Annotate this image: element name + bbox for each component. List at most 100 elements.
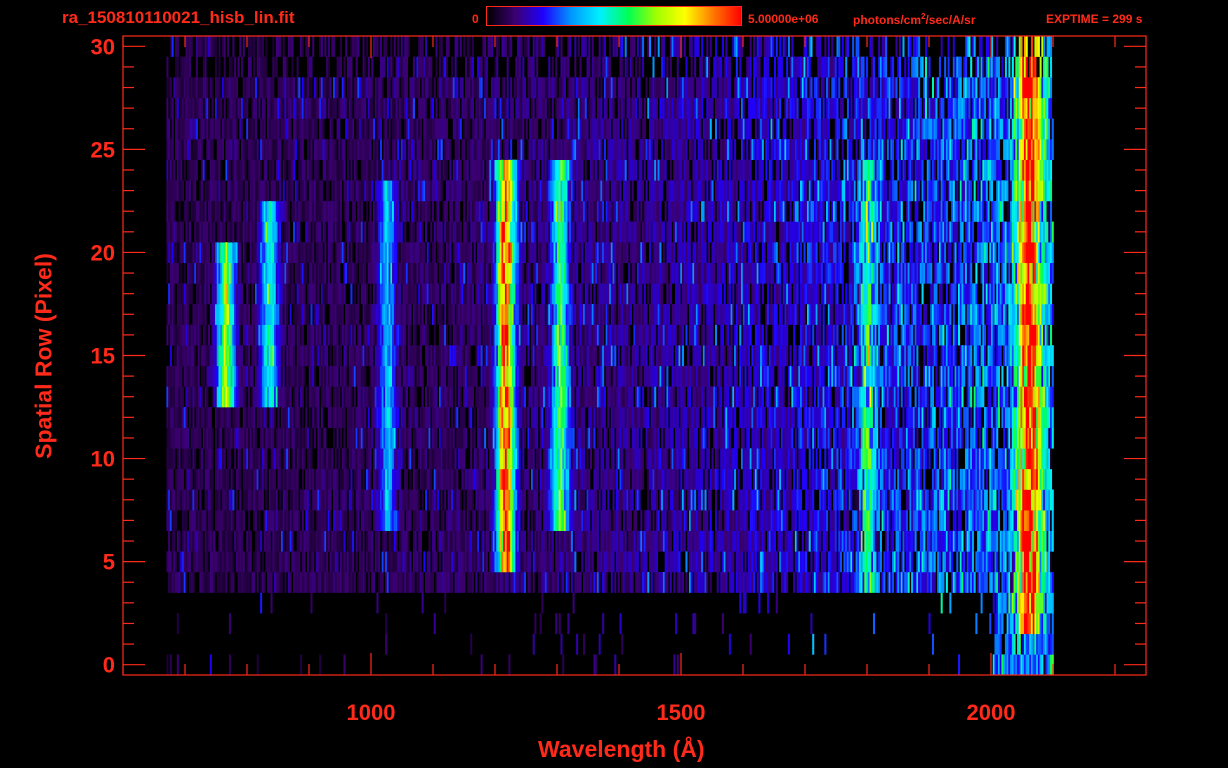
heatmap-cell — [438, 468, 441, 490]
heatmap-cell — [522, 365, 525, 387]
heatmap-cell — [824, 427, 827, 449]
heatmap-cell — [919, 551, 922, 573]
heatmap-cell — [681, 571, 685, 593]
heatmap-cell — [1050, 633, 1053, 655]
heatmap-cell — [1043, 468, 1046, 490]
heatmap-cell — [808, 386, 811, 408]
heatmap-cell — [343, 654, 346, 676]
heatmap-cell — [452, 468, 455, 490]
heatmap-cell — [192, 427, 195, 449]
heatmap-cell — [247, 571, 251, 593]
heatmap-cell — [643, 551, 646, 573]
heatmap-cell — [371, 427, 374, 449]
heatmap-cell — [583, 530, 586, 552]
heatmap-cell — [695, 427, 698, 449]
heatmap-cell — [546, 551, 549, 573]
heatmap-cell — [951, 448, 954, 470]
heatmap-cell — [412, 489, 415, 511]
heatmap-cell — [235, 530, 238, 552]
heatmap-cell — [421, 427, 424, 449]
heatmap-cell — [557, 551, 560, 573]
heatmap-cell — [612, 489, 615, 511]
heatmap-cell — [529, 427, 532, 449]
heatmap-cell — [676, 571, 679, 593]
heatmap-cell — [678, 510, 681, 532]
heatmap-cell — [378, 386, 381, 408]
heatmap-cell — [659, 468, 662, 490]
heatmap-cell — [860, 468, 863, 490]
heatmap-cell — [614, 654, 617, 676]
heatmap-cell — [567, 571, 570, 593]
heatmap-cell — [530, 489, 533, 511]
heatmap-cell — [1003, 592, 1006, 614]
heatmap-cell — [859, 448, 862, 470]
heatmap-cell — [1050, 530, 1053, 552]
heatmap-cell — [647, 571, 650, 593]
heatmap-cell — [412, 510, 415, 532]
heatmap-cell — [1032, 551, 1035, 573]
heatmap-cell — [537, 530, 540, 552]
heatmap-cell — [680, 468, 683, 490]
heatmap-cell — [1006, 571, 1009, 593]
heatmap-cell — [343, 468, 346, 490]
heatmap-cell — [435, 468, 438, 490]
heatmap-cell — [730, 489, 733, 511]
heatmap-cell — [930, 407, 933, 428]
heatmap-cell — [838, 407, 841, 428]
heatmap-cell — [452, 551, 455, 573]
heatmap-cell — [442, 427, 445, 449]
heatmap-cell — [728, 551, 731, 573]
heatmap-cell — [1015, 530, 1018, 552]
heatmap-cell — [279, 365, 282, 387]
heatmap-cell — [1037, 510, 1040, 532]
heatmap-cell — [1008, 489, 1011, 511]
heatmap-cell — [728, 468, 731, 490]
heatmap-cell — [447, 448, 450, 470]
heatmap-cell — [182, 571, 185, 593]
heatmap-cell — [218, 551, 221, 573]
heatmap-cell — [1008, 592, 1011, 614]
heatmap-cell — [730, 407, 733, 428]
heatmap-cell — [456, 510, 459, 532]
heatmap-cell — [258, 510, 261, 532]
heatmap-cell — [175, 571, 178, 593]
heatmap-cell — [482, 365, 485, 387]
heatmap-cell — [251, 386, 254, 408]
heatmap-cell — [801, 530, 804, 552]
heatmap-cell — [381, 448, 384, 470]
heatmap-cell — [742, 427, 745, 449]
heatmap-cell — [643, 530, 646, 552]
heatmap-cell — [369, 551, 372, 573]
heatmap-cell — [296, 386, 299, 408]
heatmap-cell — [1037, 489, 1040, 511]
heatmap-cell — [378, 571, 381, 593]
heatmap-cell — [945, 365, 948, 387]
heatmap-cell — [782, 448, 785, 470]
heatmap-cell — [426, 427, 429, 449]
heatmap-cell — [329, 551, 332, 573]
heatmap-cell — [421, 510, 424, 532]
heatmap-cell — [720, 468, 723, 490]
heatmap-cell — [517, 510, 520, 532]
heatmap-cell — [867, 551, 870, 573]
heatmap-cell — [473, 551, 476, 573]
heatmap-cell — [1001, 613, 1004, 635]
heatmap-cell — [879, 407, 882, 428]
heatmap-cell — [838, 489, 841, 511]
heatmap-cell — [374, 427, 377, 449]
heatmap-cell — [208, 510, 211, 532]
heatmap-cell — [508, 530, 511, 552]
heatmap-cell — [557, 386, 560, 408]
heatmap-cell — [331, 468, 334, 490]
heatmap-cell — [195, 510, 198, 532]
heatmap-cell — [819, 448, 822, 470]
heatmap-cell — [768, 571, 771, 593]
heatmap-cell — [418, 448, 421, 470]
heatmap-cell — [503, 427, 506, 449]
heatmap-cell — [695, 468, 698, 490]
heatmap-cell — [739, 592, 742, 614]
heatmap-cell — [603, 510, 606, 532]
heatmap-cell — [322, 510, 325, 532]
heatmap-cell — [661, 407, 664, 428]
heatmap-cell — [708, 489, 711, 511]
